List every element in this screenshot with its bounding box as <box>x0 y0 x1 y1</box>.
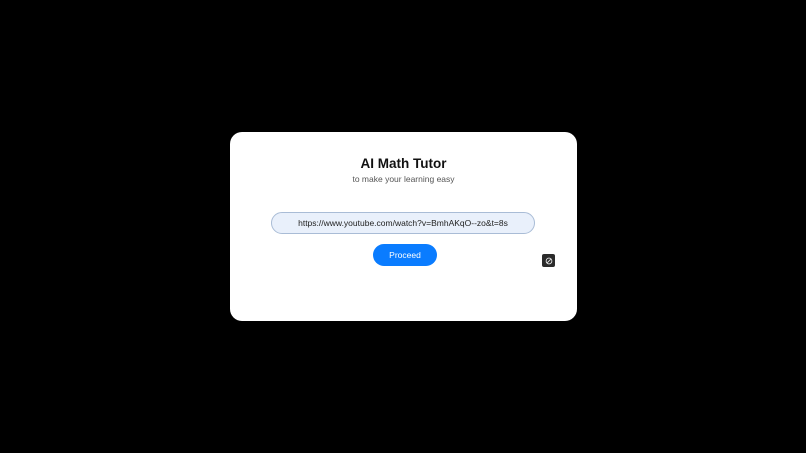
main-card: AI Math Tutor to make your learning easy… <box>230 132 577 321</box>
slash-circle-button[interactable] <box>542 254 555 267</box>
page-title: AI Math Tutor <box>360 156 447 171</box>
page-subtitle: to make your learning easy <box>352 174 455 184</box>
page-background: AI Math Tutor to make your learning easy… <box>0 0 806 453</box>
slash-circle-icon <box>545 257 552 264</box>
url-input[interactable] <box>271 212 535 234</box>
proceed-button[interactable]: Proceed <box>373 244 437 266</box>
